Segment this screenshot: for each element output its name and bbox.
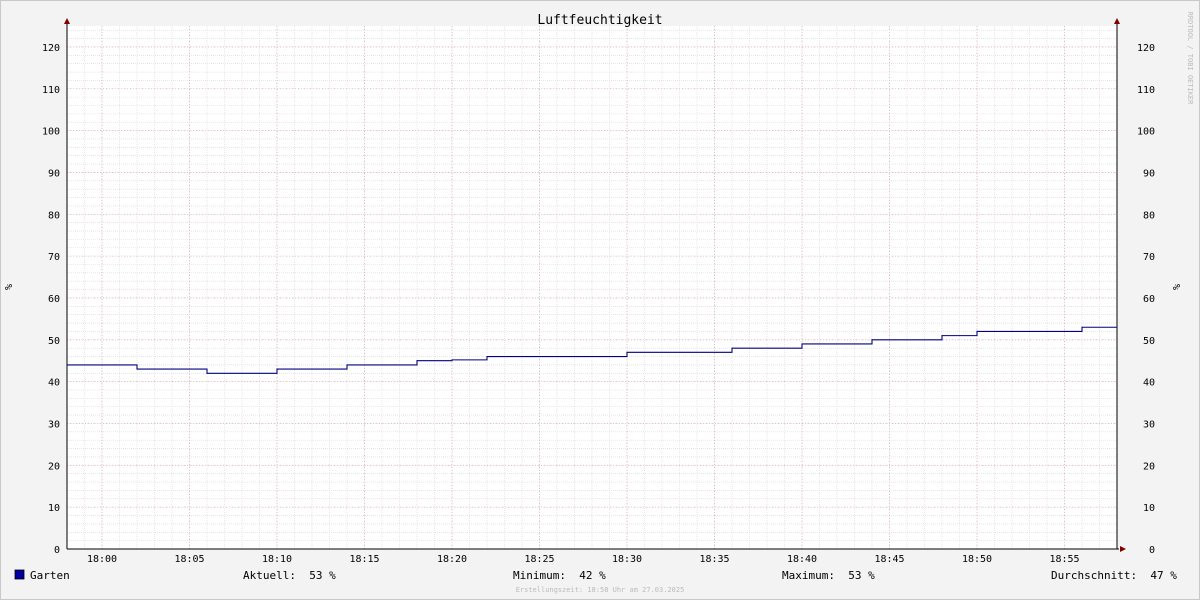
legend-average: Durchschnitt: 47 % <box>1051 569 1177 582</box>
data-point <box>1116 326 1118 328</box>
x-axis-arrow <box>1120 546 1126 552</box>
y-axis-label-right: % <box>1172 284 1183 290</box>
y-axis-arrow-right <box>1114 18 1120 24</box>
humidity-chart: 0 0 10 10 20 20 30 30 40 40 50 50 60 60 70 70 80 80 90 90 10… <box>4 12 1194 594</box>
data-point <box>66 364 68 366</box>
y-tick-label-left: 0 <box>54 545 60 556</box>
y-tick-label-right: 20 <box>1143 461 1155 472</box>
x-tick-label: 18:20 <box>437 554 467 565</box>
legend-minimum: Minimum: 42 % <box>513 569 606 582</box>
x-tick-label: 18:40 <box>787 554 817 565</box>
data-point <box>976 330 978 332</box>
data-point <box>1081 326 1083 328</box>
legend-swatch-garten <box>14 569 25 580</box>
y-tick-label-left: 10 <box>48 503 60 514</box>
x-tick-label: 18:15 <box>349 554 379 565</box>
y-tick-label-right: 120 <box>1137 43 1155 54</box>
y-tick-label-right: 50 <box>1143 336 1155 347</box>
y-tick-label-left: 120 <box>42 43 60 54</box>
y-tick-label-left: 50 <box>48 336 60 347</box>
watermark: RRDTOOL / TOBI OETIKER <box>1186 12 1194 106</box>
y-tick-label-left: 40 <box>48 378 60 389</box>
creation-timestamp: Erstellungszeit: 18:58 Uhr am 27.03.2025 <box>516 586 685 594</box>
data-point <box>416 360 418 362</box>
x-tick-label: 18:35 <box>699 554 729 565</box>
y-tick-label-right: 90 <box>1143 168 1155 179</box>
data-point <box>346 364 348 366</box>
data-point <box>206 372 208 374</box>
y-tick-label-right: 40 <box>1143 378 1155 389</box>
y-tick-label-right: 0 <box>1149 545 1155 556</box>
y-tick-label-left: 100 <box>42 127 60 138</box>
y-tick-label-right: 80 <box>1143 210 1155 221</box>
legend-series-name: Garten <box>30 569 70 582</box>
x-tick-label: 18:55 <box>1049 554 1079 565</box>
legend-current: Aktuell: 53 % <box>243 569 336 582</box>
y-tick-label-right: 70 <box>1143 252 1155 263</box>
data-point <box>486 356 488 358</box>
x-tick-label: 18:25 <box>524 554 554 565</box>
x-tick-label: 18:00 <box>87 554 117 565</box>
x-tick-label: 18:30 <box>612 554 642 565</box>
y-tick-label-left: 70 <box>48 252 60 263</box>
y-tick-label-left: 20 <box>48 461 60 472</box>
y-tick-label-left: 60 <box>48 294 60 305</box>
data-point <box>731 347 733 349</box>
x-tick-label: 18:05 <box>174 554 204 565</box>
data-point <box>451 359 453 361</box>
data-point <box>871 339 873 341</box>
y-tick-label-right: 60 <box>1143 294 1155 305</box>
legend-maximum: Maximum: 53 % <box>782 569 875 582</box>
y-axis-arrow-left <box>64 18 70 24</box>
data-point <box>136 368 138 370</box>
data-point <box>801 343 803 345</box>
x-tick-label: 18:45 <box>874 554 904 565</box>
y-tick-label-left: 110 <box>42 85 60 96</box>
y-tick-label-left: 90 <box>48 168 60 179</box>
chart-title: Luftfeuchtigkeit <box>537 13 662 28</box>
x-tick-label: 18:10 <box>262 554 292 565</box>
y-axis-label-left: % <box>4 284 15 290</box>
y-tick-label-right: 10 <box>1143 503 1155 514</box>
y-tick-label-right: 30 <box>1143 419 1155 430</box>
x-tick-label: 18:50 <box>962 554 992 565</box>
data-point <box>276 368 278 370</box>
y-tick-label-left: 80 <box>48 210 60 221</box>
y-tick-label-right: 100 <box>1137 127 1155 138</box>
data-point <box>626 351 628 353</box>
data-point <box>941 335 943 337</box>
y-tick-label-left: 30 <box>48 419 60 430</box>
y-tick-label-right: 110 <box>1137 85 1155 96</box>
